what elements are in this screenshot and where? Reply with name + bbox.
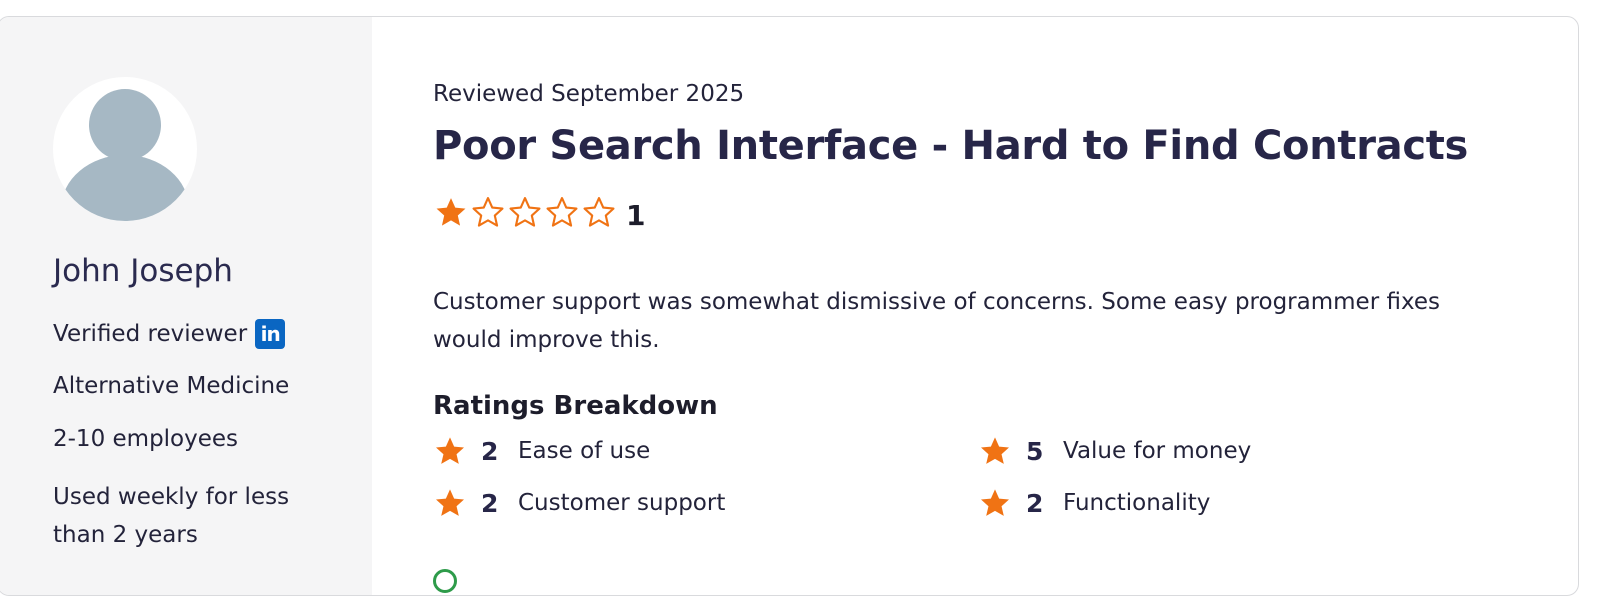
verified-reviewer-label: Verified reviewer: [53, 321, 248, 347]
overall-rating-value: 1: [626, 199, 646, 232]
review-date: Reviewed September 2025: [433, 81, 745, 107]
star-empty-icon: [583, 196, 615, 227]
rating-value-for-money: 5 Value for money: [978, 435, 1251, 467]
rating-label: Value for money: [1063, 438, 1252, 464]
rating-label: Functionality: [1063, 490, 1211, 516]
review-body: Customer support was somewhat dismissive…: [433, 289, 1440, 353]
reviewer-usage: Used weekly for less than 2 years: [53, 484, 290, 548]
rating-value: 2: [481, 436, 499, 466]
star-icon: [436, 489, 464, 516]
ratings-breakdown-title: Ratings Breakdown: [433, 391, 718, 421]
reviewer-name[interactable]: John Joseph: [53, 253, 233, 289]
star-empty-icon: [472, 196, 504, 227]
reviewer-sidebar: John Joseph Verified reviewer in Alterna…: [0, 17, 372, 595]
verified-reviewer: Verified reviewer in: [53, 319, 286, 349]
rating-ease-of-use: 2 Ease of use: [433, 435, 650, 467]
star-icon: [981, 437, 1009, 464]
avatar: [53, 77, 197, 221]
overall-star-row: [433, 195, 618, 229]
reviewer-company-size: 2-10 employees: [53, 426, 239, 452]
pros-check-icon: [433, 569, 457, 593]
review-title: Poor Search Interface - Hard to Find Con…: [433, 123, 1469, 169]
rating-customer-support: 2 Customer support: [433, 487, 725, 519]
star-icon: [436, 437, 464, 464]
star-empty-icon: [509, 196, 541, 227]
rating-label: Customer support: [518, 490, 726, 516]
rating-label: Ease of use: [518, 438, 651, 464]
star-filled-icon: [436, 197, 466, 226]
user-silhouette-icon: [61, 89, 189, 221]
reviewer-industry: Alternative Medicine: [53, 373, 290, 399]
linkedin-icon[interactable]: in: [255, 319, 286, 349]
rating-value: 5: [1026, 436, 1044, 466]
star-empty-icon: [546, 196, 578, 227]
star-icon: [981, 489, 1009, 516]
rating-functionality: 2 Functionality: [978, 487, 1210, 519]
review-card: John Joseph Verified reviewer in Alterna…: [0, 16, 1579, 596]
overall-rating: 1: [433, 191, 645, 232]
rating-value: 2: [1026, 488, 1044, 518]
rating-value: 2: [481, 488, 499, 518]
